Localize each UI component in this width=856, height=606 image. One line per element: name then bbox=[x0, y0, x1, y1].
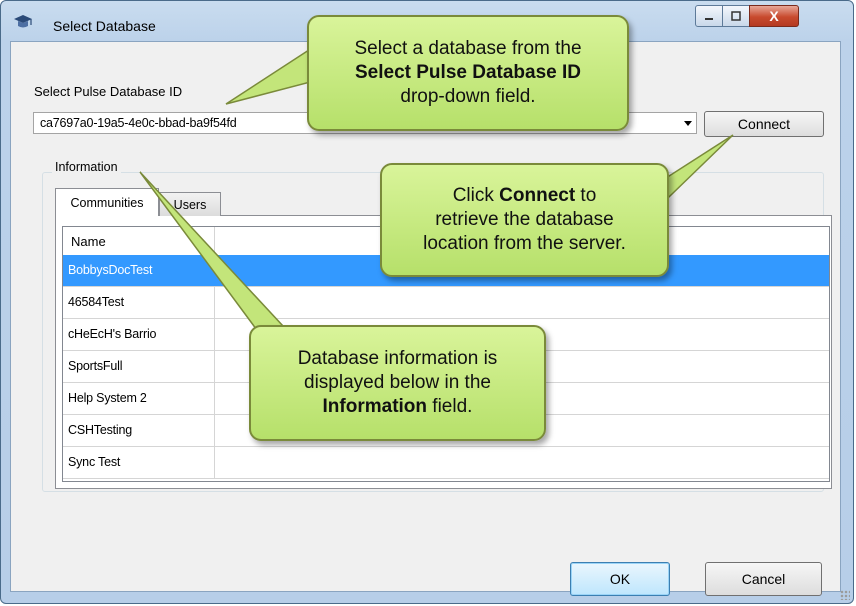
table-row[interactable]: Sync Test bbox=[63, 447, 829, 479]
column-separator bbox=[214, 383, 215, 414]
row-name: Sync Test bbox=[68, 455, 121, 469]
resize-grip-icon[interactable] bbox=[840, 590, 850, 600]
callout-text: to bbox=[575, 185, 597, 206]
tab-communities-label: Communities bbox=[70, 195, 144, 210]
callout-click-connect: Click Connect to retrieve the database l… bbox=[380, 163, 669, 277]
column-separator bbox=[214, 287, 215, 318]
name-column-header[interactable]: Name bbox=[71, 234, 106, 249]
callout-bold-text: Connect bbox=[499, 185, 576, 206]
connect-button-label: Connect bbox=[737, 116, 791, 132]
database-id-label: Select Pulse Database ID bbox=[34, 84, 183, 99]
row-name: CSHTesting bbox=[68, 423, 132, 437]
column-separator[interactable] bbox=[214, 227, 215, 255]
maximize-button[interactable] bbox=[722, 5, 750, 27]
row-name: Help System 2 bbox=[68, 391, 147, 405]
callout-text: drop-down field. bbox=[400, 86, 536, 107]
callout-select-database: Select a database from the Select Pulse … bbox=[307, 15, 629, 131]
callout-text: field. bbox=[427, 396, 473, 417]
cancel-button-label: Cancel bbox=[741, 571, 786, 587]
column-separator bbox=[214, 415, 215, 446]
chevron-down-icon[interactable] bbox=[684, 121, 692, 126]
column-separator bbox=[214, 351, 215, 382]
graduation-cap-icon bbox=[14, 15, 32, 28]
cancel-button[interactable]: Cancel bbox=[705, 562, 822, 596]
callout-text: Click bbox=[452, 185, 500, 206]
table-row[interactable]: 46584Test bbox=[63, 287, 829, 319]
window-title: Select Database bbox=[53, 18, 156, 34]
callout-bold-text: Select Pulse Database ID bbox=[355, 62, 581, 83]
column-separator bbox=[214, 319, 215, 350]
tab-communities[interactable]: Communities bbox=[55, 188, 159, 216]
callout-text: Select a database from the bbox=[354, 38, 582, 59]
minimize-icon bbox=[705, 18, 713, 20]
close-icon: X bbox=[769, 8, 779, 24]
ok-button[interactable]: OK bbox=[570, 562, 670, 596]
row-name: 46584Test bbox=[68, 295, 124, 309]
tab-users[interactable]: Users bbox=[159, 192, 221, 216]
callout-bold-text: Information bbox=[322, 396, 428, 417]
database-id-value: ca7697a0-19a5-4e0c-bbad-ba9f54fd bbox=[40, 116, 237, 130]
connect-button[interactable]: Connect bbox=[704, 111, 824, 137]
tab-users-label: Users bbox=[173, 197, 207, 212]
information-group-title: Information bbox=[52, 160, 121, 174]
callout-text: location from the server. bbox=[423, 233, 626, 254]
close-button[interactable]: X bbox=[749, 5, 799, 27]
row-name: SportsFull bbox=[68, 359, 123, 373]
row-name: BobbysDocTest bbox=[68, 263, 153, 277]
callout-text: retrieve the database bbox=[435, 209, 614, 230]
ok-button-label: OK bbox=[609, 571, 631, 587]
callout-text: displayed below in the bbox=[304, 372, 491, 393]
column-separator bbox=[214, 447, 215, 478]
minimize-button[interactable] bbox=[695, 5, 723, 27]
row-name: cHeEcH's Barrio bbox=[68, 327, 157, 341]
callout-text: Database information is bbox=[297, 348, 498, 369]
callout-information: Database information is displayed below … bbox=[249, 325, 546, 441]
maximize-icon bbox=[731, 11, 741, 21]
